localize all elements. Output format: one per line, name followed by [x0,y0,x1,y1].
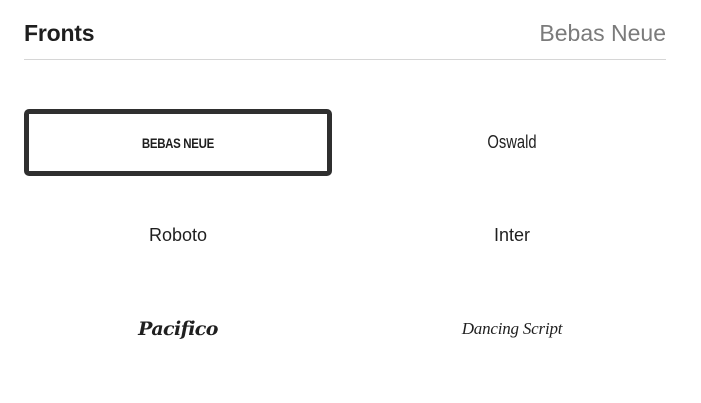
font-option-inter[interactable]: Inter [358,202,666,269]
header-divider [24,59,666,60]
font-option-label: BEBAS NEUE [141,134,214,151]
font-option-oswald[interactable]: Oswald [358,109,666,176]
font-option-bebas-neue[interactable]: BEBAS NEUE [24,109,332,176]
font-picker-panel: Fronts Bebas Neue BEBAS NEUE Oswald Robo… [24,0,666,403]
font-option-label: Dancing Script [461,318,563,338]
selected-font-name: Bebas Neue [539,19,666,46]
font-option-dancing-script[interactable]: Dancing Script [358,295,666,362]
font-option-label: Inter [493,225,531,245]
font-options-grid: BEBAS NEUE Oswald Roboto Inter Pacifico … [24,109,666,362]
font-option-label: Pacifico [138,317,218,340]
font-picker-header: Fronts Bebas Neue [24,14,666,52]
section-title: Fronts [24,19,95,46]
font-option-label: Roboto [148,225,208,245]
font-option-roboto[interactable]: Roboto [24,202,332,269]
font-option-label: Oswald [487,132,537,152]
font-option-pacifico[interactable]: Pacifico [24,295,332,362]
